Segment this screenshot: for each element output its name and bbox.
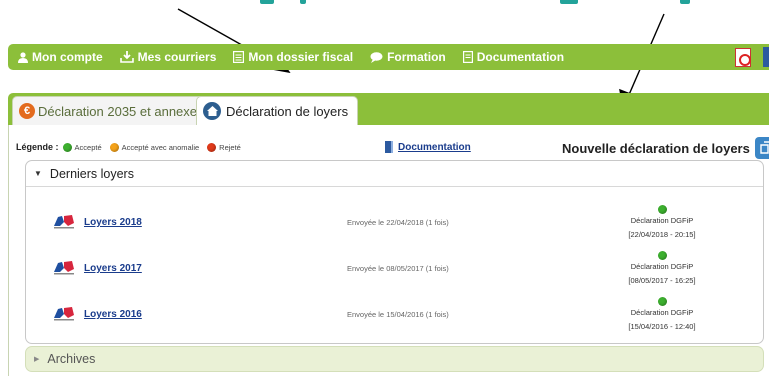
blue-book-icon[interactable] bbox=[763, 47, 769, 67]
status-timestamp: [15/04/2016 - 12:40] bbox=[628, 322, 696, 331]
new-declaration-label: Nouvelle déclaration de loyers bbox=[562, 140, 750, 156]
user-icon bbox=[18, 51, 28, 63]
marianne-flag-icon bbox=[54, 261, 74, 275]
recent-declarations-panel: ▼ Derniers loyers Loyers 2018 Envoyée le… bbox=[25, 160, 764, 344]
caret-down-icon: ▼ bbox=[34, 169, 42, 178]
status-cell: Déclaration DGFiP [08/05/2017 - 16:25] bbox=[592, 251, 732, 286]
main-navigation: Mon compte Mes courriers Mon dossier fis… bbox=[8, 44, 769, 70]
nav-item-label: Mon compte bbox=[32, 50, 103, 64]
speech-bubble-icon bbox=[370, 51, 383, 63]
documentation-link-label: Documentation bbox=[398, 141, 471, 153]
nav-mes-courriers[interactable]: Mes courriers bbox=[119, 50, 217, 64]
table-row: Loyers 2017 Envoyée le 08/05/2017 (1 foi… bbox=[52, 251, 752, 293]
legend: Légende : Accepté Accepté avec anomalie … bbox=[16, 142, 249, 152]
orange-status-icon bbox=[109, 142, 119, 152]
legend-title: Légende : bbox=[16, 142, 59, 152]
declaration-link[interactable]: Loyers 2017 bbox=[84, 263, 142, 274]
legend-item-anomaly: Accepté avec anomalie bbox=[109, 142, 200, 152]
new-document-icon bbox=[754, 137, 769, 159]
euro-icon: € bbox=[19, 103, 35, 119]
text-fragment bbox=[560, 0, 578, 4]
nav-item-label: Mon dossier fiscal bbox=[248, 50, 354, 64]
folder-icon bbox=[233, 51, 245, 63]
status-timestamp: [22/04/2018 - 20:15] bbox=[628, 230, 696, 239]
cropped-header-fragment bbox=[0, 0, 769, 40]
status-cell: Déclaration DGFiP [22/04/2018 - 20:15] bbox=[592, 205, 732, 240]
document-icon bbox=[462, 51, 473, 63]
book-icon bbox=[385, 141, 393, 153]
status-cell: Déclaration DGFiP [15/04/2016 - 12:40] bbox=[592, 297, 732, 332]
nav-right-tools bbox=[735, 47, 769, 67]
table-row: Loyers 2016 Envoyée le 15/04/2016 (1 foi… bbox=[52, 297, 752, 339]
nav-formation[interactable]: Formation bbox=[370, 50, 446, 64]
tab-label: Déclaration 2035 et annexes bbox=[38, 103, 204, 119]
text-fragment bbox=[300, 0, 306, 4]
archives-panel-header[interactable]: ▶ Archives bbox=[25, 346, 764, 372]
tab-declaration-2035[interactable]: € Déclaration 2035 et annexes bbox=[12, 96, 214, 125]
marianne-flag-icon bbox=[54, 215, 74, 229]
sent-info: Envoyée le 15/04/2016 (1 fois) bbox=[347, 310, 449, 319]
nav-mon-compte[interactable]: Mon compte bbox=[18, 50, 103, 64]
status-timestamp: [08/05/2017 - 16:25] bbox=[628, 276, 696, 285]
new-declaration-button[interactable]: Nouvelle déclaration de loyers bbox=[562, 137, 769, 159]
documentation-link[interactable]: Documentation bbox=[385, 141, 471, 153]
green-status-icon bbox=[657, 205, 667, 214]
caret-right-icon: ▶ bbox=[34, 356, 40, 363]
download-icon bbox=[119, 51, 134, 63]
legend-label: Accepté bbox=[74, 142, 102, 152]
nav-item-label: Formation bbox=[387, 50, 446, 64]
legend-label: Accepté avec anomalie bbox=[121, 142, 200, 152]
panel-title: Archives bbox=[47, 352, 96, 366]
green-status-icon bbox=[62, 142, 72, 152]
legend-label: Rejeté bbox=[219, 142, 241, 152]
green-status-icon bbox=[657, 297, 667, 306]
nav-mon-dossier-fiscal[interactable]: Mon dossier fiscal bbox=[233, 50, 353, 64]
declaration-link[interactable]: Loyers 2016 bbox=[84, 309, 142, 320]
red-status-icon bbox=[207, 142, 217, 152]
declaration-link[interactable]: Loyers 2018 bbox=[84, 217, 142, 228]
nav-documentation[interactable]: Documentation bbox=[462, 50, 565, 64]
sent-info: Envoyée le 08/05/2017 (1 fois) bbox=[347, 264, 449, 273]
status-label: Déclaration DGFiP bbox=[630, 308, 694, 317]
sent-info: Envoyée le 22/04/2018 (1 fois) bbox=[347, 218, 449, 227]
green-status-icon bbox=[657, 251, 667, 260]
panel-title: Derniers loyers bbox=[49, 166, 134, 181]
marianne-flag-icon bbox=[54, 307, 74, 321]
table-row: Loyers 2018 Envoyée le 22/04/2018 (1 foi… bbox=[52, 205, 752, 247]
tab-declaration-loyers[interactable]: Déclaration de loyers bbox=[196, 96, 359, 125]
tab-label: Déclaration de loyers bbox=[226, 103, 349, 119]
legend-item-accepted: Accepté bbox=[62, 142, 102, 152]
status-label: Déclaration DGFiP bbox=[630, 216, 694, 225]
house-icon bbox=[203, 102, 221, 120]
panel-header-derniers-loyers[interactable]: ▼ Derniers loyers bbox=[26, 161, 763, 187]
text-fragment bbox=[680, 0, 690, 4]
legend-item-rejected: Rejeté bbox=[207, 142, 241, 152]
text-fragment bbox=[260, 0, 274, 4]
pdf-icon[interactable] bbox=[735, 47, 751, 67]
nav-item-label: Mes courriers bbox=[137, 50, 217, 64]
tab-strip: € Déclaration 2035 et annexes Déclaratio… bbox=[8, 93, 769, 125]
status-label: Déclaration DGFiP bbox=[630, 262, 694, 271]
nav-item-label: Documentation bbox=[476, 50, 565, 64]
